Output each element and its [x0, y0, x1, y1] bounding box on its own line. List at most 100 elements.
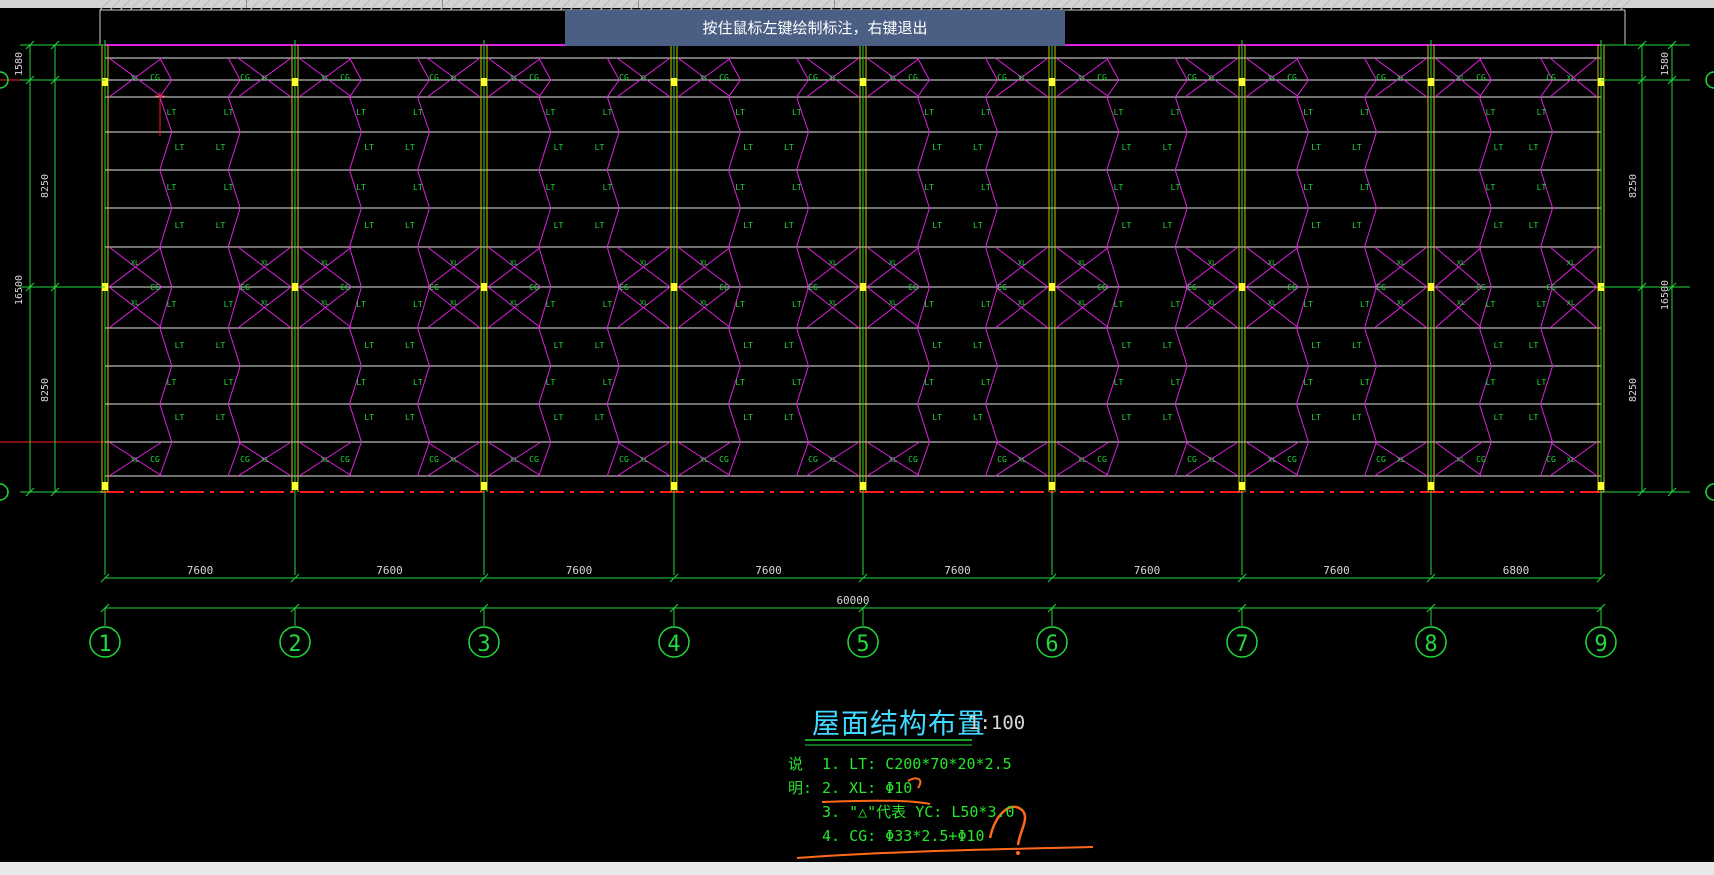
strut-label: CG [150, 283, 160, 292]
strut-label: CG [719, 73, 729, 82]
purlin-label: LT [784, 413, 794, 422]
purlin-label: LT [932, 341, 942, 350]
column-marker [1239, 78, 1245, 86]
strut-label: CG [619, 73, 629, 82]
purlin-label: LT [924, 108, 934, 117]
purlin-label: LT [1529, 143, 1539, 152]
column-marker [671, 482, 677, 490]
strut-label: CG [1287, 73, 1297, 82]
purlin-label: LT [364, 413, 374, 422]
purlin-label: LT [1537, 378, 1547, 387]
brace-label: XL [1457, 259, 1465, 267]
tie-rod [795, 57, 810, 477]
purlin-label: LT [792, 108, 802, 117]
strut-label: CG [340, 73, 350, 82]
brace-label: XL [700, 74, 708, 82]
purlin-label: LT [1494, 143, 1504, 152]
axis-bubble [1705, 71, 1714, 89]
brace-label: XL [1397, 456, 1405, 464]
purlin-label: LT [216, 341, 226, 350]
purlin-label: LT [1163, 221, 1173, 230]
right-dimension: 16500 [1660, 280, 1671, 310]
strut-label: CG [150, 73, 160, 82]
column-marker [1598, 482, 1604, 490]
strut-label: CG [1546, 455, 1556, 464]
note-line: 2. XL: Φ10 [822, 779, 913, 797]
brace-label: XL [640, 456, 648, 464]
column-marker [1239, 482, 1245, 490]
notes-prefix: 说明: [788, 755, 813, 797]
column-marker [1428, 283, 1434, 291]
strut-label: CG [1376, 283, 1386, 292]
left-dimension: 1580 [14, 52, 25, 76]
purlin-label: LT [546, 183, 556, 192]
purlin-label: LT [1486, 183, 1496, 192]
brace-label: XL [321, 259, 329, 267]
left-dimension: 8250 [40, 378, 51, 402]
axis-label: 1 [98, 632, 111, 657]
axis-label: 8 [1424, 632, 1437, 657]
purlin-label: LT [792, 378, 802, 387]
strut-label: CG [1287, 455, 1297, 464]
tie-rod [727, 57, 742, 477]
strut-label: CG [997, 455, 1007, 464]
drawing-scale: 1:100 [968, 712, 1026, 734]
purlin-label: LT [1303, 183, 1313, 192]
brace-label: XL [450, 259, 458, 267]
brace-label: XL [510, 299, 518, 307]
purlin-label: LT [924, 378, 934, 387]
purlin-label: LT [1171, 300, 1181, 309]
purlin-label: LT [1486, 108, 1496, 117]
purlin-label: LT [735, 183, 745, 192]
column-marker [1428, 78, 1434, 86]
strut-label: CG [240, 73, 250, 82]
purlin-label: LT [603, 108, 613, 117]
brace-label: XL [1208, 299, 1216, 307]
strut-label: CG [1376, 455, 1386, 464]
purlin-label: LT [167, 183, 177, 192]
brace-label: XL [261, 259, 269, 267]
brace-label: XL [1208, 74, 1216, 82]
brace-label: XL [1078, 456, 1086, 464]
axis-label: 3 [477, 632, 490, 657]
axis-label: 4 [667, 632, 680, 657]
purlin-label: LT [364, 143, 374, 152]
brace-label: XL [450, 299, 458, 307]
purlin-label: LT [792, 183, 802, 192]
purlin-label: LT [413, 183, 423, 192]
tie-rod [1540, 57, 1554, 477]
purlin-label: LT [932, 413, 942, 422]
strut-label: CG [1097, 283, 1107, 292]
brace-label: XL [1018, 299, 1026, 307]
bay-dimension: 6800 [1503, 564, 1530, 577]
brace-label: XL [1567, 299, 1575, 307]
purlin-label: LT [1122, 143, 1132, 152]
tie-rod [348, 57, 363, 477]
axis-bubble [0, 483, 9, 501]
strut-label: CG [808, 455, 818, 464]
note-line: 1. LT: C200*70*20*2.5 [822, 755, 1012, 773]
axis-label: 2 [288, 632, 301, 657]
strut-label: CG [429, 283, 439, 292]
tie-rod [1363, 57, 1378, 477]
note-line: 3. "△"代表 YC: L50*3.0 [822, 803, 1015, 821]
brace-label: XL [1397, 74, 1405, 82]
brace-label: XL [1078, 259, 1086, 267]
bay-dimension: 7600 [944, 564, 971, 577]
purlin-label: LT [413, 378, 423, 387]
purlin-label: LT [1494, 221, 1504, 230]
command-tooltip: 按住鼠标左键绘制标注，右键退出 [565, 10, 1065, 46]
purlin-label: LT [405, 221, 415, 230]
purlin-label: LT [973, 413, 983, 422]
purlin-label: LT [1163, 143, 1173, 152]
purlin-label: LT [1537, 183, 1547, 192]
axis-label: 9 [1594, 632, 1607, 657]
status-bar [0, 862, 1714, 875]
purlin-label: LT [1303, 378, 1313, 387]
right-dimension: 1580 [1660, 52, 1671, 76]
column-marker [481, 78, 487, 86]
purlin-label: LT [1163, 341, 1173, 350]
brace-label: XL [700, 259, 708, 267]
purlin-label: LT [546, 300, 556, 309]
brace-label: XL [321, 299, 329, 307]
